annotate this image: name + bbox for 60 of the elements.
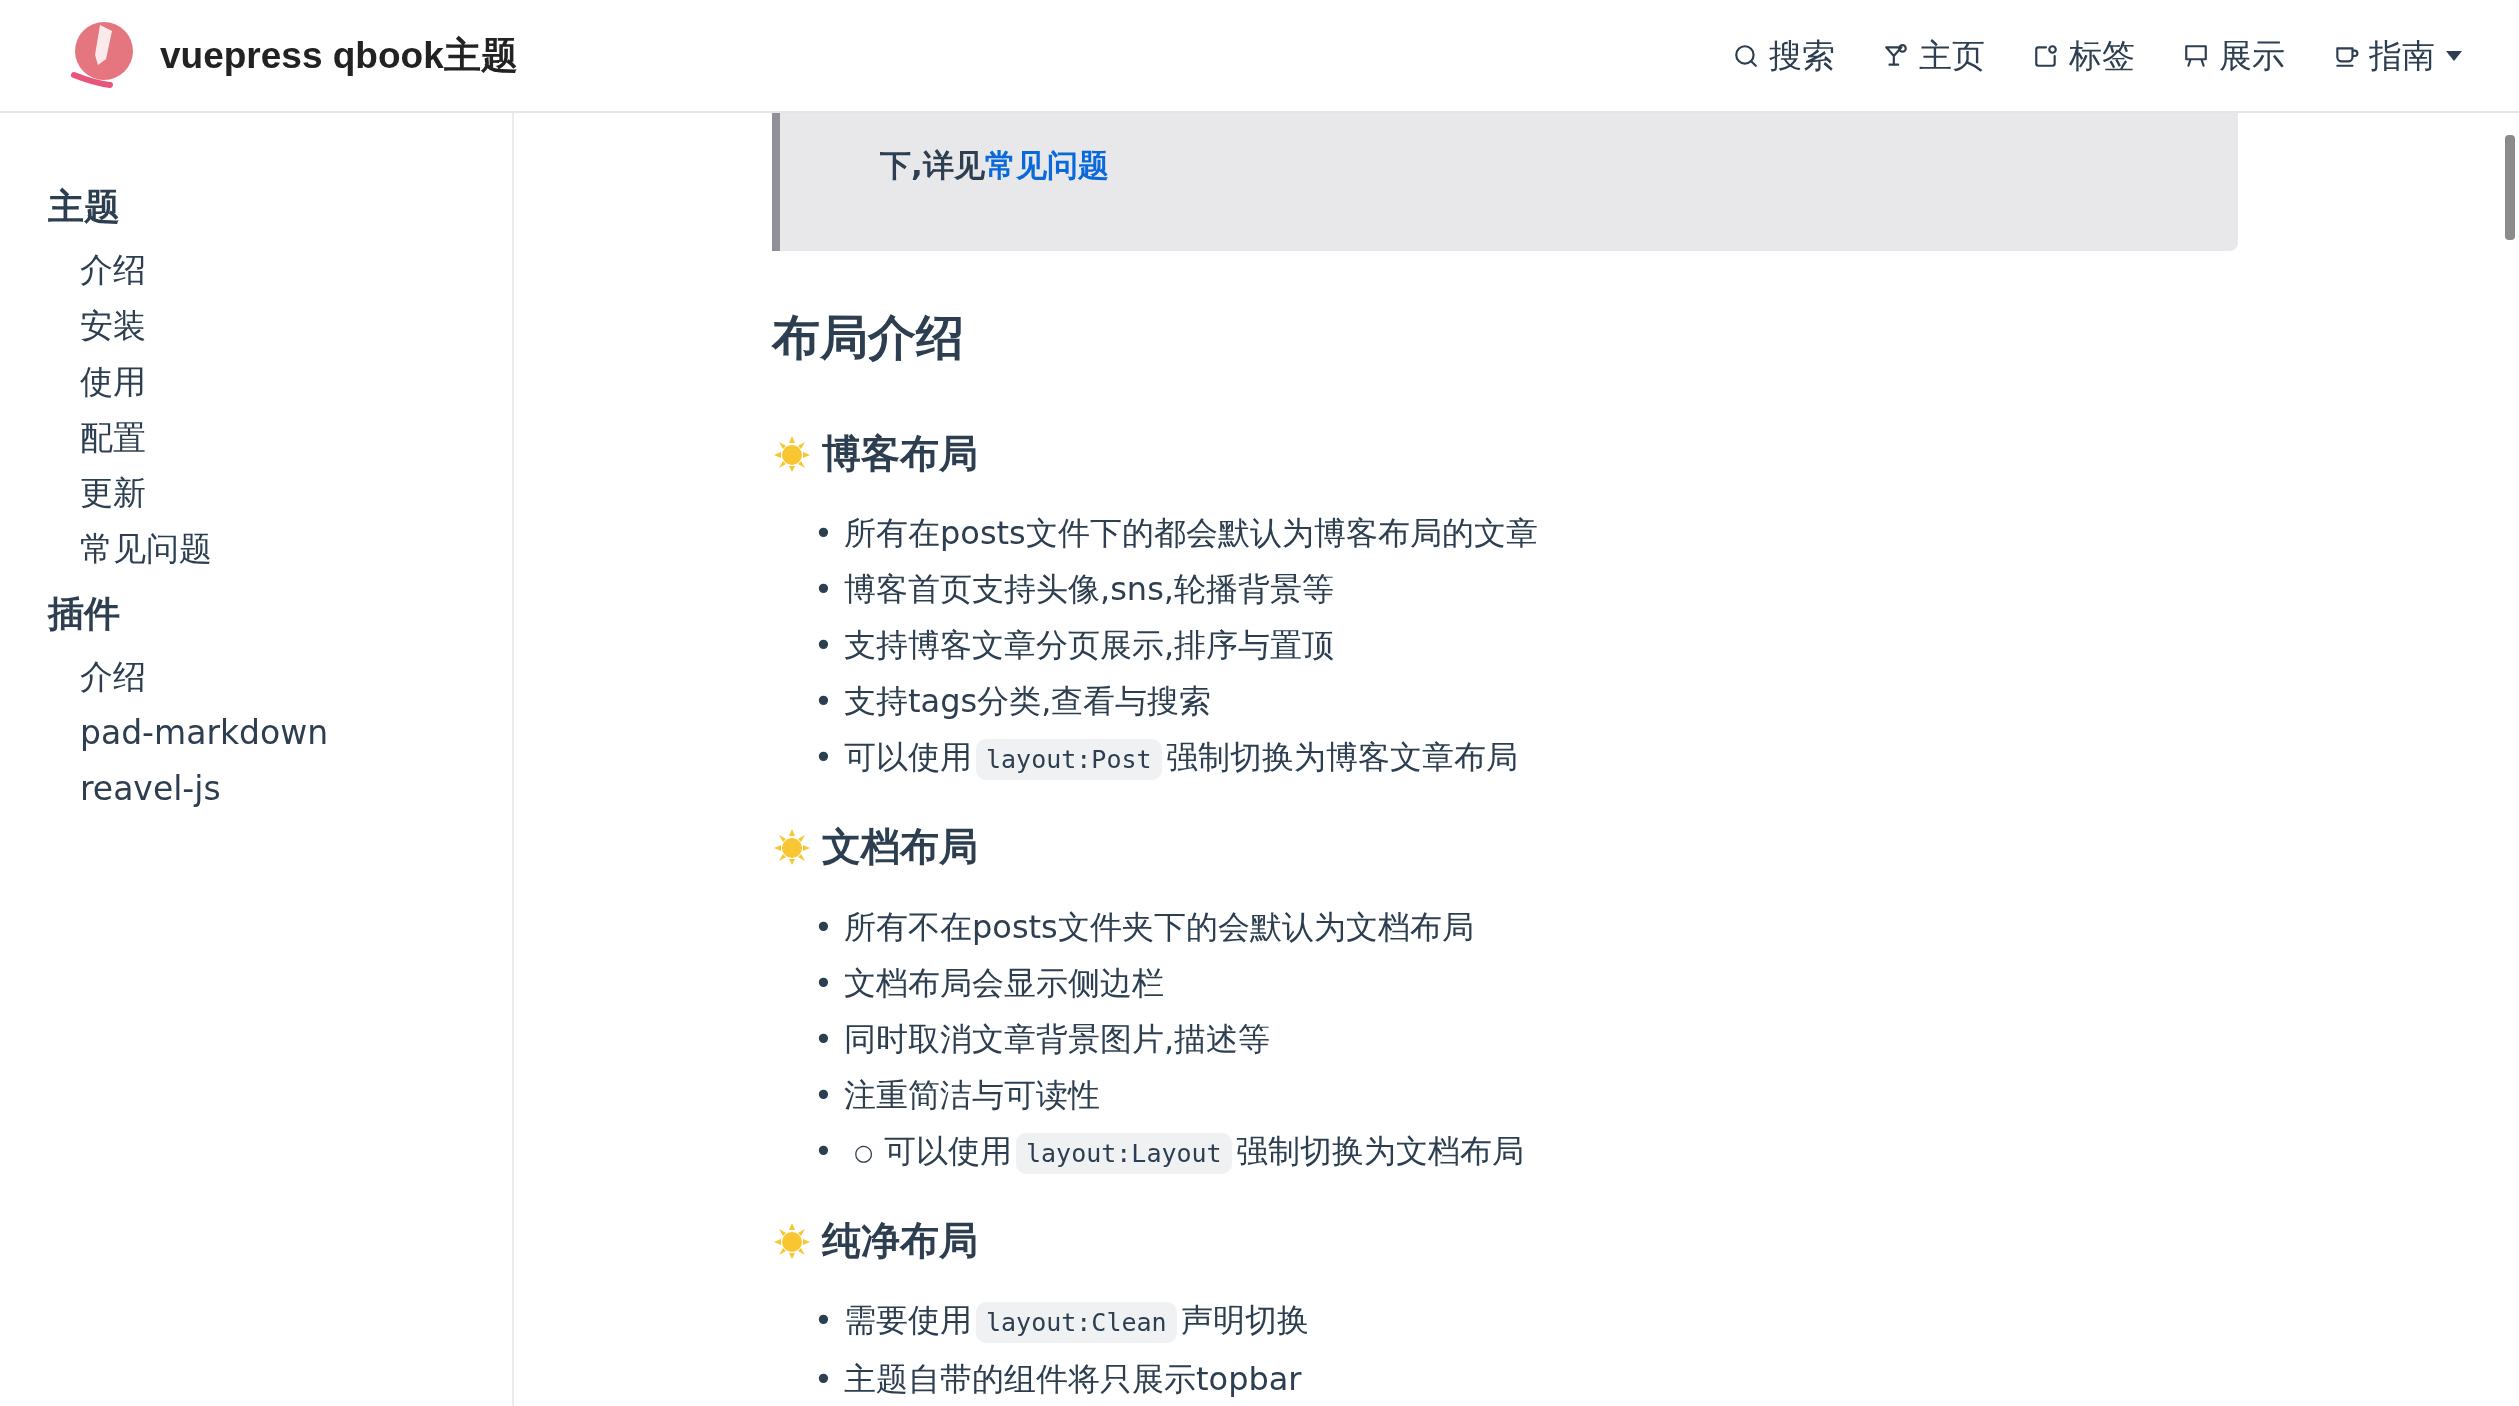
site-title[interactable]: vuepress qbook主题 [160,27,518,84]
list-item-text: 所有不在posts文件夹下的会默认为文档布局 [844,907,1474,946]
list-item-text: 博客首页支持头像,sns,轮播背景等 [844,570,1334,608]
sidebar-item[interactable]: 介绍 [48,649,512,705]
sidebar-item[interactable]: 更新 [48,465,512,522]
list-item-text: 需要使用 [844,1301,972,1339]
bullet-mark: • [814,1359,834,1400]
callout-text: 下,详见常见问题 [880,146,1110,185]
list-item-text: 声明切换 [1180,1301,1309,1339]
list-item-text: 注重简洁与可读性 [844,1075,1100,1114]
sidebar-item[interactable]: 安装 [48,297,512,354]
faq-link[interactable]: 常见问题 [984,147,1109,183]
sidebar-group-title[interactable]: 插件 [48,587,512,642]
sidebar-item[interactable]: pad-markdown [48,704,512,761]
logo-icon [70,20,136,91]
list-item-text: 强制切换为文档布局 [1235,1131,1524,1170]
bullet-mark: • [814,1300,834,1341]
scrollbar-thumb[interactable] [2505,135,2515,240]
list-item-text: 所有在posts文件下的都会默认为博客布局的文章 [844,514,1538,552]
bullet-mark: • [814,1074,834,1116]
list-item-text: 可以使用 [844,738,972,776]
nav-link[interactable]: 主页 [1883,30,1985,81]
code-snippet: layout:Layout [1016,1132,1232,1174]
code-snippet: layout:Clean [976,1302,1177,1343]
bullet-mark: • [814,962,834,1004]
code-snippet: layout:Post [976,739,1162,780]
section-heading: 布局介绍 [772,307,965,367]
list-item-text: 同时取消文章背景图片,描述等 [844,1019,1271,1058]
bullet-mark: • [814,1018,834,1060]
bullet-mark: • [814,1130,834,1172]
nav-link[interactable]: 指南 [2333,30,2463,81]
nav-link[interactable]: 搜索 [1733,30,1835,81]
list-item-text: 文档布局会显示侧边栏 [844,963,1164,1002]
sidebar-item[interactable]: 配置 [48,409,512,466]
list-item-text: 可以使用 [884,1131,1012,1170]
subsection-heading: 博客布局 [822,429,978,478]
list-item-text: 强制切换为博客文章布局 [1165,738,1518,776]
glass-icon [1883,42,1909,69]
sidebar-item[interactable]: 常见问题 [48,521,512,578]
bullet-mark: • [814,681,834,722]
bullet-mark: • [814,513,834,554]
subsection-heading: 纯净布局 [822,1216,978,1265]
list-item-text: 支持tags分类,查看与搜索 [844,682,1212,720]
bullet-mark: • [814,906,834,948]
nav-link[interactable]: 展示 [2183,30,2285,81]
tag-icon [2033,42,2059,69]
list-item-text: 主题自带的组件将只展示topbar [844,1360,1302,1398]
nav-link[interactable]: 标签 [2033,30,2135,81]
subsection-heading: 文档布局 [822,823,978,871]
bullet-mark: • [814,569,834,610]
sidebar-item[interactable]: 介绍 [48,242,512,298]
search-icon [1733,42,1759,69]
sidebar-group-title[interactable]: 主题 [48,180,512,234]
easel-icon [2183,42,2209,69]
sidebar-item[interactable]: reavel-js [48,760,512,817]
bullet-mark: ○ [854,1138,875,1167]
bullet-mark: • [814,625,834,666]
bullet-mark: • [814,737,834,778]
sidebar-item[interactable]: 使用 [48,353,512,410]
list-item-text: 支持博客文章分页展示,排序与置顶 [844,626,1335,664]
